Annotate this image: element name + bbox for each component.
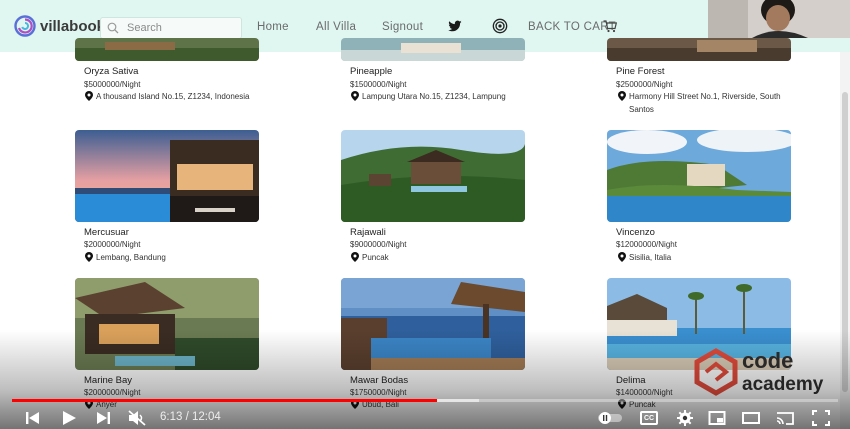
villa-price: $1750000/Night bbox=[350, 388, 407, 397]
watermark-line-code: code bbox=[742, 348, 794, 373]
villa-image-pine-forest[interactable] bbox=[607, 38, 791, 61]
villa-name[interactable]: Marine Bay bbox=[84, 375, 132, 386]
location-pin-icon bbox=[618, 252, 626, 262]
location-pin-icon bbox=[85, 91, 93, 101]
theater-mode-icon[interactable] bbox=[742, 410, 760, 426]
target-icon[interactable] bbox=[492, 18, 508, 34]
villa-name[interactable]: Pine Forest bbox=[616, 66, 665, 77]
villa-price: $1400000/Night bbox=[616, 388, 673, 397]
captions-button[interactable]: CC bbox=[640, 411, 658, 425]
villa-address: Puncak bbox=[351, 251, 531, 264]
villa-address-text: A thousand Island No.15, Z1234, Indonesi… bbox=[96, 92, 250, 101]
villa-price: $5000000/Night bbox=[84, 80, 141, 89]
villa-price: $2000000/Night bbox=[84, 388, 141, 397]
progress-played bbox=[12, 399, 438, 402]
autoplay-toggle-icon[interactable] bbox=[597, 410, 623, 426]
villa-image-mawar-bodas[interactable] bbox=[341, 278, 525, 370]
villa-address: Lampung Utara No.15, Z1234, Lampung bbox=[351, 90, 531, 103]
villa-address-text: Lampung Utara No.15, Z1234, Lampung bbox=[362, 92, 506, 101]
villa-name[interactable]: Rajawali bbox=[350, 227, 386, 238]
villa-name[interactable]: Mercusuar bbox=[84, 227, 129, 238]
villa-price: $9000000/Night bbox=[350, 240, 407, 249]
villa-address-text: Sisilia, Italia bbox=[629, 253, 672, 262]
villa-address: Sisilia, Italia bbox=[618, 251, 796, 264]
page-scrollbar-thumb[interactable] bbox=[842, 92, 848, 392]
cast-icon[interactable] bbox=[776, 410, 794, 426]
location-pin-icon bbox=[618, 91, 626, 101]
settings-gear-icon[interactable] bbox=[676, 410, 694, 426]
villa-name[interactable]: Delima bbox=[616, 375, 646, 386]
villa-name[interactable]: Pineapple bbox=[350, 66, 392, 77]
villa-price: $12000000/Night bbox=[616, 240, 677, 249]
villa-image-oryza-sativa[interactable] bbox=[75, 38, 259, 61]
twitter-icon[interactable] bbox=[447, 18, 463, 34]
nav-link-signout[interactable]: Signout bbox=[382, 21, 423, 33]
villa-address: Lembang, Bandung bbox=[85, 251, 265, 264]
villa-price: $2500000/Night bbox=[616, 80, 673, 89]
brand-logo-icon bbox=[14, 15, 36, 37]
villa-image-mercusuar[interactable] bbox=[75, 130, 259, 222]
fullscreen-icon[interactable] bbox=[812, 410, 830, 426]
brand[interactable]: villabooki bbox=[14, 14, 109, 38]
nav-link-home[interactable]: Home bbox=[257, 21, 289, 33]
next-icon[interactable] bbox=[94, 410, 112, 426]
villa-address-text: Lembang, Bandung bbox=[96, 253, 166, 262]
webcam-overlay bbox=[708, 0, 850, 38]
villa-address-text: Puncak bbox=[362, 253, 389, 262]
mute-icon[interactable] bbox=[128, 410, 146, 426]
watermark-line-academy: academy bbox=[742, 374, 824, 395]
time-display: 6:13 / 12:04 bbox=[160, 411, 221, 423]
recorded-web-page: villabooki Home All Villa Signout BACK T… bbox=[0, 0, 850, 429]
villa-name[interactable]: Mawar Bodas bbox=[350, 375, 408, 386]
villa-price: $2000000/Night bbox=[84, 240, 141, 249]
progress-bar[interactable] bbox=[12, 399, 838, 402]
villa-image-marine-bay[interactable] bbox=[75, 278, 259, 370]
previous-icon[interactable] bbox=[24, 410, 42, 426]
villa-address: A thousand Island No.15, Z1234, Indonesi… bbox=[85, 90, 265, 103]
search-icon bbox=[107, 22, 119, 34]
miniplayer-icon[interactable] bbox=[708, 410, 726, 426]
search-input[interactable] bbox=[127, 22, 237, 34]
villa-price: $1500000/Night bbox=[350, 80, 407, 89]
villa-image-pineapple[interactable] bbox=[341, 38, 525, 61]
location-pin-icon bbox=[351, 91, 359, 101]
brand-name: villabooki bbox=[40, 17, 110, 35]
code-academy-logo-icon bbox=[694, 348, 738, 396]
play-icon[interactable] bbox=[60, 410, 78, 426]
villa-image-rajawali[interactable] bbox=[341, 130, 525, 222]
captions-label: CC bbox=[643, 414, 655, 422]
code-academy-watermark: code academy bbox=[690, 344, 835, 400]
nav-link-all-villa[interactable]: All Villa bbox=[316, 21, 356, 33]
search-box[interactable] bbox=[100, 17, 242, 39]
location-pin-icon bbox=[85, 252, 93, 262]
villa-address-text: Harmony Hill Street No.1, Riverside, Sou… bbox=[629, 92, 781, 114]
villa-name[interactable]: Vincenzo bbox=[616, 227, 655, 238]
cart-icon[interactable] bbox=[603, 20, 617, 33]
location-pin-icon bbox=[351, 252, 359, 262]
villa-address: Harmony Hill Street No.1, Riverside, Sou… bbox=[618, 90, 796, 116]
villa-image-vincenzo[interactable] bbox=[607, 130, 791, 222]
villa-name[interactable]: Oryza Sativa bbox=[84, 66, 138, 77]
